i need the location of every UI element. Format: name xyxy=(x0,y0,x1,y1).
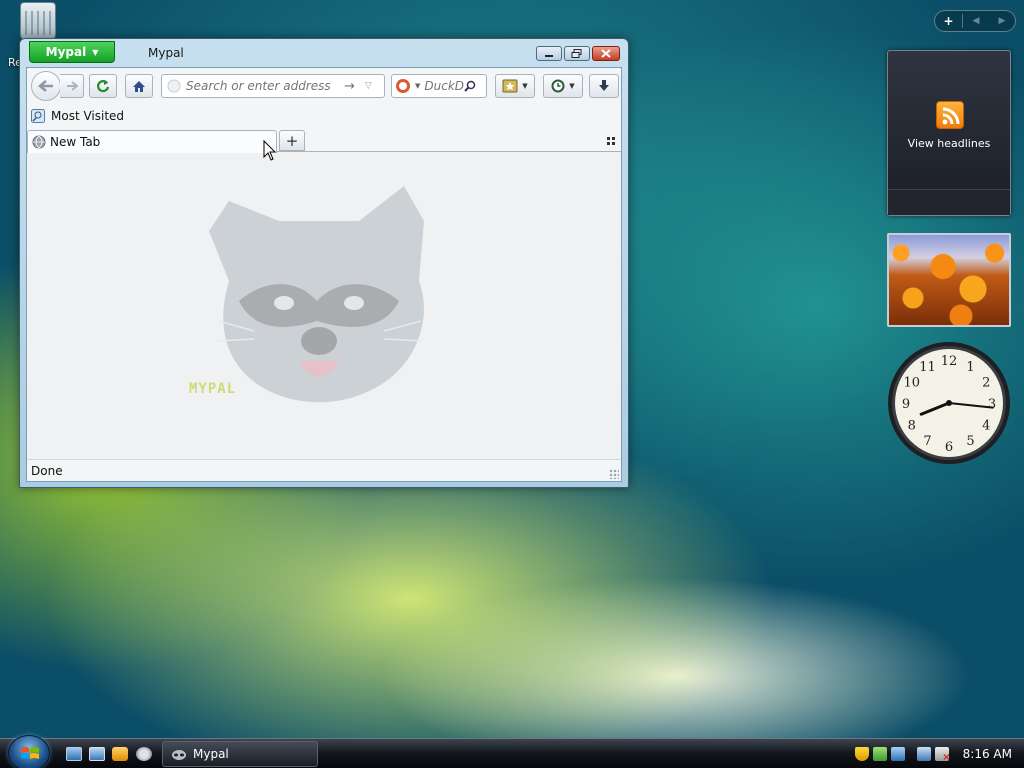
app-menu-button[interactable]: Mypal ▼ xyxy=(29,41,115,63)
tab-new-tab[interactable]: New Tab xyxy=(27,130,277,153)
windows-logo-icon xyxy=(21,747,39,759)
clock-numeral: 10 xyxy=(903,376,920,391)
feed-headlines-gadget[interactable]: View headlines xyxy=(887,50,1011,216)
chevron-down-icon: ▼ xyxy=(92,47,99,57)
page-content: MYPAL xyxy=(27,153,621,459)
home-icon xyxy=(133,80,145,92)
go-arrow-icon[interactable]: → xyxy=(344,79,355,94)
globe-icon xyxy=(32,135,46,149)
browser-window: Mypal ▼ Mypal Search or enter address → … xyxy=(19,38,629,488)
security-shield-icon[interactable] xyxy=(854,747,869,761)
previous-page-icon[interactable]: ◀ xyxy=(963,16,989,26)
search-input[interactable] xyxy=(424,79,465,93)
clock-numeral: 3 xyxy=(988,397,996,412)
feed-gadget-footer xyxy=(888,189,1010,215)
search-icon[interactable] xyxy=(464,80,476,92)
clock-numeral: 7 xyxy=(923,434,931,449)
minimize-icon xyxy=(545,54,553,57)
tab-label: New Tab xyxy=(50,135,101,149)
clock-numeral: 2 xyxy=(982,376,990,391)
taskbar-item-mypal[interactable]: Mypal xyxy=(162,741,318,767)
next-page-icon[interactable]: ▶ xyxy=(989,16,1015,26)
rss-feed-icon xyxy=(936,101,964,129)
bookmarks-toolbar: Most Visited xyxy=(27,104,621,128)
forward-button[interactable] xyxy=(60,74,84,98)
mypal-quicklaunch-icon[interactable] xyxy=(136,747,152,761)
clock-numeral: 6 xyxy=(945,440,953,455)
resize-grip-icon[interactable] xyxy=(609,469,619,479)
clock-numeral: 11 xyxy=(919,360,936,375)
bookmarks-dropdown-icon: ▼ xyxy=(522,82,528,90)
window-title: Mypal xyxy=(148,46,184,60)
volume-muted-icon[interactable]: × xyxy=(934,747,951,763)
tab-strip: New Tab + xyxy=(27,128,621,153)
network-check-icon[interactable] xyxy=(872,747,887,761)
most-visited-bookmark[interactable]: Most Visited xyxy=(51,109,124,123)
reload-icon xyxy=(96,80,110,93)
clock-gadget[interactable]: 12 12 3 45678 9 1011 xyxy=(886,340,1012,466)
back-arrow-icon xyxy=(38,80,53,92)
browser-client-area: → ▽ ▼ ▼ ▼ Most Visited xyxy=(26,67,622,482)
home-button[interactable] xyxy=(125,74,153,98)
clock-numeral: 12 xyxy=(941,354,958,369)
downloads-button[interactable] xyxy=(589,74,619,98)
mypal-app-icon xyxy=(172,750,186,760)
start-button[interactable] xyxy=(8,735,50,768)
slideshow-gadget[interactable] xyxy=(887,233,1011,327)
bookmark-star-icon xyxy=(502,79,518,93)
duckduckgo-icon xyxy=(396,79,410,93)
back-button[interactable] xyxy=(31,71,61,101)
history-clock-icon xyxy=(551,79,565,93)
mouse-cursor-icon xyxy=(263,140,277,161)
search-bar[interactable]: ▼ xyxy=(391,74,487,98)
taskbar: Mypal × 8:16 AM xyxy=(0,735,1024,768)
most-visited-folder-icon xyxy=(31,109,45,123)
status-text: Done xyxy=(31,464,63,478)
dropdown-arrow-icon[interactable]: ▽ xyxy=(365,81,372,91)
history-dropdown-icon: ▼ xyxy=(569,82,575,90)
taskbar-item-label: Mypal xyxy=(193,747,229,761)
show-desktop-icon[interactable] xyxy=(66,747,82,761)
close-icon xyxy=(601,49,611,58)
minimize-button[interactable] xyxy=(536,46,562,61)
clock-numeral: 9 xyxy=(902,397,910,412)
media-player-icon[interactable] xyxy=(112,747,128,761)
address-input[interactable] xyxy=(186,79,340,93)
download-arrow-icon xyxy=(599,80,609,91)
sidebar-control-bar: + ◀ ▶ xyxy=(934,10,1016,32)
search-engine-dropdown-icon[interactable]: ▼ xyxy=(415,82,420,90)
system-tray: × 8:16 AM xyxy=(854,739,1024,768)
navigation-toolbar: → ▽ ▼ ▼ ▼ xyxy=(27,68,621,104)
site-identity-icon xyxy=(167,79,181,93)
clock-numeral: 8 xyxy=(908,419,916,434)
switch-windows-icon[interactable] xyxy=(89,747,105,761)
restore-icon xyxy=(571,49,582,58)
tab-list-icon[interactable] xyxy=(607,136,617,146)
reload-button[interactable] xyxy=(89,74,117,98)
status-bar: Done xyxy=(27,459,621,481)
view-headlines-label[interactable]: View headlines xyxy=(888,137,1010,150)
bookmarks-menu-button[interactable]: ▼ xyxy=(495,74,535,98)
new-tab-button[interactable]: + xyxy=(279,130,305,151)
forward-arrow-icon xyxy=(66,81,78,91)
mypal-raccoon-logo xyxy=(209,186,424,403)
clock-numeral: 1 xyxy=(966,360,974,375)
clock-numeral: 4 xyxy=(982,419,990,434)
taskbar-clock[interactable]: 8:16 AM xyxy=(963,747,1012,761)
app-menu-label: Mypal xyxy=(45,45,87,59)
network-icon[interactable] xyxy=(916,747,931,761)
add-gadget-icon[interactable]: + xyxy=(935,14,963,28)
maximize-button[interactable] xyxy=(564,46,590,61)
recycle-bin-icon xyxy=(20,2,56,42)
close-button[interactable] xyxy=(592,46,620,61)
mypal-watermark-text: MYPAL xyxy=(189,381,237,397)
display-icon[interactable] xyxy=(890,747,905,761)
clock-numeral: 5 xyxy=(966,434,974,449)
history-button[interactable]: ▼ xyxy=(543,74,583,98)
address-bar[interactable]: → ▽ xyxy=(161,74,385,98)
plus-icon: + xyxy=(285,131,299,150)
